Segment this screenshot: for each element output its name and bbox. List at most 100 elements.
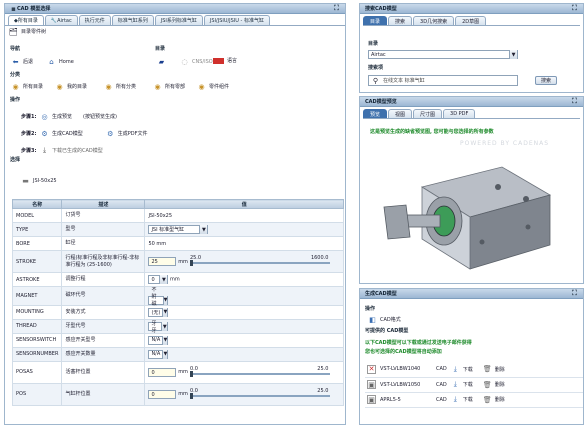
param-value-cell: 0 mm 0.0 25.0: [144, 382, 344, 406]
generate-cad-link[interactable]: 生成CAD模型: [52, 130, 83, 137]
gen-ops-label: 操作: [365, 306, 376, 312]
delete-button[interactable]: 🗑 删除: [482, 395, 583, 404]
delete-button[interactable]: 🗑 删除: [483, 380, 583, 389]
param-name: MAGNET: [11, 286, 63, 306]
value-slider[interactable]: [189, 394, 330, 397]
file-cad: CAD: [434, 377, 449, 393]
file-type-icon: ▣: [367, 395, 376, 404]
catalog-icon: ◉: [56, 82, 63, 91]
breadcrumb-item-jsi[interactable]: JSI系列标准气缸: [154, 15, 203, 25]
class-my-catalogs[interactable]: ◉ 我的目录: [55, 82, 87, 91]
maximize-icon[interactable]: ⛶: [571, 97, 578, 105]
param-select[interactable]: 牙牙 ▼: [148, 321, 169, 334]
param-unit: mm: [170, 276, 180, 283]
class-all-catalogs[interactable]: ◉ 所有目录: [11, 82, 43, 91]
param-select[interactable]: (无) ▼: [148, 307, 169, 317]
chevron-down-icon: ▼: [161, 322, 168, 332]
value-slider[interactable]: [189, 372, 330, 375]
param-name: ASTROKE: [11, 272, 63, 287]
file-name: APRL5-5: [378, 392, 434, 408]
search-button[interactable]: 搜索: [535, 76, 558, 85]
trash-icon: 🗑: [482, 395, 492, 404]
step2-row: 步骤2: ⚙ 生成CAD模型 ⚙ 生成PDF文件: [21, 129, 148, 138]
param-select[interactable]: JSI 标准型气缸 ▼: [148, 225, 209, 234]
value-slider[interactable]: [189, 262, 330, 264]
param-row: MAGNET磁环代号不附磁环▼: [11, 286, 344, 314]
chevron-down-icon: ▼: [162, 295, 168, 305]
search-tabs: 目录 搜索 3D几何搜索 2D草图: [360, 14, 583, 25]
breadcrumb-item-actuators[interactable]: 执行元件: [78, 15, 111, 25]
chevron-down-icon: ▼: [162, 349, 168, 359]
tab-2d-sketch[interactable]: 2D草图: [455, 16, 487, 25]
cad-formats-link[interactable]: ◧ CAD格式: [368, 315, 401, 324]
maximize-icon[interactable]: ⛶: [571, 289, 578, 297]
generate-preview-link[interactable]: 生成预览: [52, 113, 72, 120]
panel-title: 生成CAD模型: [365, 291, 397, 297]
generate-pdf-link[interactable]: 生成PDF文件: [118, 130, 148, 137]
param-desc: 调整行程: [61, 272, 146, 287]
param-select[interactable]: N/A ▼: [148, 335, 169, 345]
param-value-cell: (无) ▼: [144, 304, 344, 320]
preview-icon: ◎: [41, 112, 48, 121]
catalog-icon: ◉: [105, 82, 112, 91]
param-row: STROKE 行程(标准行程及非标准行程-非标准行程为 (25-1600) 25 mm…: [11, 250, 344, 273]
maximize-icon[interactable]: ⛶: [333, 4, 340, 12]
panel-icon: ▪: [11, 4, 16, 13]
param-row: SENSORSWITCH 感应开关型号 N/A ▼: [11, 332, 344, 348]
breadcrumb-item-current[interactable]: JSI/JSIU/JSIU - 标准气缸: [203, 15, 270, 25]
home-button[interactable]: ⌂ Home: [47, 57, 74, 66]
param-input[interactable]: 0: [148, 367, 177, 377]
tab-3d-search[interactable]: 3D几何搜索: [413, 16, 455, 25]
tab-3dpdf[interactable]: 3D PDF: [443, 109, 476, 118]
param-input[interactable]: 0: [148, 389, 177, 399]
tab-catalog[interactable]: 目录: [363, 16, 388, 25]
tab-dimension[interactable]: 尺寸图: [413, 109, 443, 118]
breadcrumb-divider: [5, 25, 345, 26]
class-all-categories[interactable]: ◉ 所有分类: [104, 82, 136, 91]
param-select[interactable]: 不附磁环▼: [148, 287, 169, 314]
class-part-groups[interactable]: ◉ 零件组件: [197, 82, 229, 91]
catalog-logo[interactable]: ▰: [155, 57, 168, 66]
slider-thumb[interactable]: [189, 392, 193, 399]
preview-tabs: 预览 视图 尺寸图 3D PDF: [360, 107, 583, 118]
tab-preview[interactable]: 预览: [363, 109, 388, 118]
param-desc: 牙型代号: [61, 318, 146, 334]
variant-link[interactable]: ◌ CNS/ISO: [180, 57, 212, 66]
download-button[interactable]: ⤓ 下载: [451, 380, 479, 389]
back-button[interactable]: ⬅ 后退: [11, 57, 33, 66]
tab-view[interactable]: 视图: [388, 109, 413, 118]
cad-file-row: ▣ APRL5-5 CAD ⤓ 下载 🗑 删除: [365, 392, 583, 408]
maximize-icon[interactable]: ⛶: [571, 4, 578, 12]
download-button[interactable]: ⤓ 下载: [451, 365, 479, 374]
breadcrumb-item-airtac[interactable]: 🔧 Airtac: [44, 15, 78, 25]
download-icon: ⤓: [453, 380, 457, 388]
parts-tree-link[interactable]: 🗂 目录零件树: [9, 27, 46, 36]
breadcrumb-item-series[interactable]: 标准气缸系列: [111, 15, 154, 25]
class-all-parts[interactable]: ◉ 所有零部: [153, 82, 185, 91]
catalog-select[interactable]: Airtac ▼: [368, 50, 518, 59]
param-name: THREAD: [11, 318, 63, 334]
param-value-cell: 牙牙 ▼: [144, 318, 344, 334]
language-button[interactable]: 语言: [213, 57, 237, 64]
tab-search[interactable]: 搜索: [388, 16, 413, 25]
breadcrumb-item-all[interactable]: ◆ 所有目录: [8, 15, 44, 25]
slider-thumb[interactable]: [189, 370, 193, 377]
file-name: VST-LVLBW1040: [378, 362, 434, 378]
download-icon: ⤓: [453, 395, 457, 403]
cad-model-select-panel: ▪ CAD 模型选择 ⛶ ◆ 所有目录 🔧 Airtac 执行元件 标准气缸系列…: [4, 3, 346, 425]
generate-cad-panel: 生成CAD模型 ⛶ 操作 ◧ CAD格式 可提供的 CAD模型 以下CAD模型可以…: [359, 288, 584, 425]
slider-thumb[interactable]: [189, 260, 193, 266]
param-select[interactable]: 0 ▼: [148, 275, 169, 284]
pdf-icon: ⚙: [107, 129, 114, 138]
col-name: 名称: [11, 199, 63, 209]
delete-button[interactable]: 🗑 删除: [483, 365, 583, 374]
cad-icon: ⚙: [41, 129, 48, 138]
param-input[interactable]: 25: [148, 257, 177, 266]
class-label: 分类: [10, 72, 21, 78]
download-button[interactable]: ⤓ 下载: [451, 395, 479, 404]
search-input[interactable]: ⚲ 在线文本 标准气缸: [368, 75, 518, 86]
search-catalog-label: 目录: [368, 41, 379, 47]
param-select[interactable]: N/A ▼: [148, 349, 169, 359]
select-label: 选择: [10, 157, 21, 163]
download-cad-link[interactable]: 下载已生成的CAD模型: [52, 147, 103, 154]
